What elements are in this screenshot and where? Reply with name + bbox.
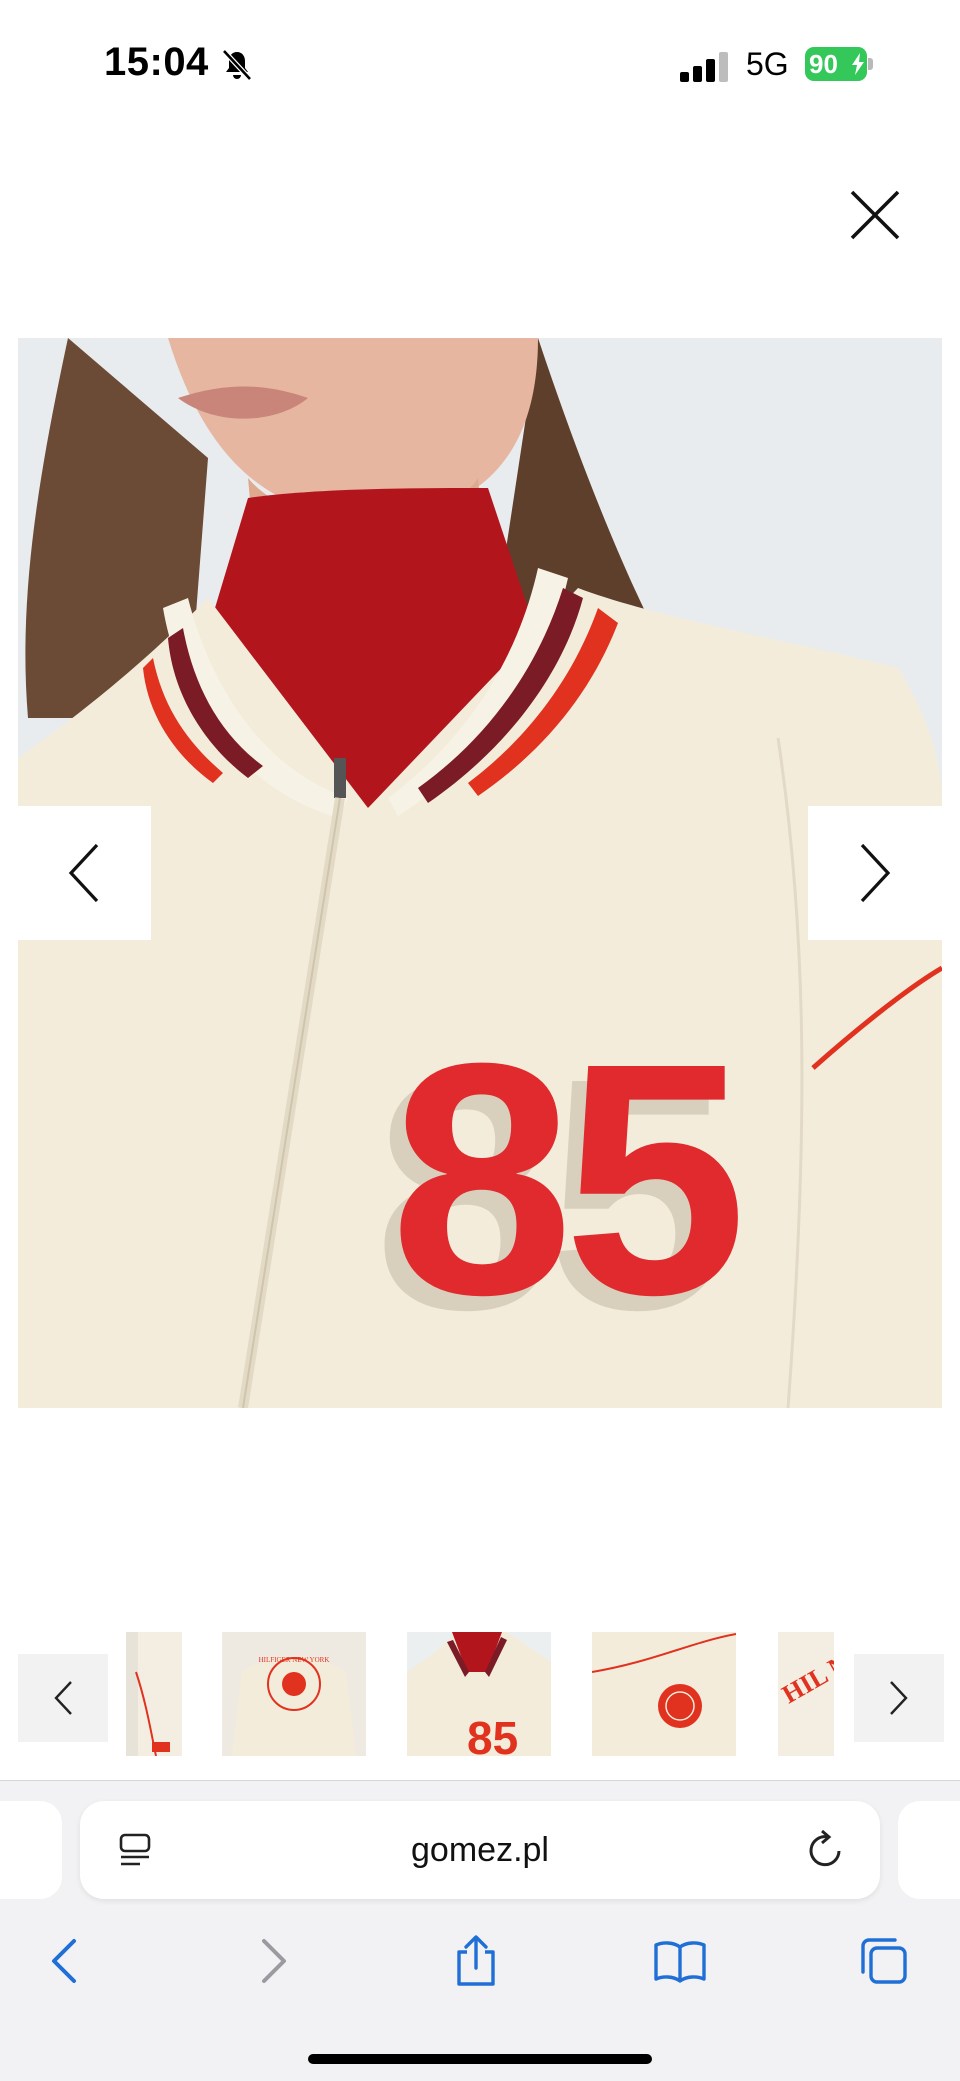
thumbnail-5-image: HIL NEW bbox=[778, 1632, 834, 1756]
thumbnail-1[interactable] bbox=[126, 1632, 182, 1756]
close-icon bbox=[850, 190, 900, 240]
bolt-icon bbox=[852, 53, 864, 75]
bell-slash-icon bbox=[222, 49, 252, 81]
thumbnail-3[interactable]: 85 bbox=[407, 1632, 551, 1756]
chevron-right-icon bbox=[860, 843, 891, 903]
reload-icon[interactable] bbox=[806, 1829, 846, 1871]
product-photo: 85 85 bbox=[18, 338, 942, 1408]
signal-bars-icon bbox=[680, 52, 728, 82]
tabs-button[interactable] bbox=[854, 1931, 914, 1991]
url-text[interactable]: gomez.pl bbox=[80, 1831, 880, 1870]
bookmarks-button[interactable] bbox=[650, 1931, 710, 1991]
next-image-button[interactable] bbox=[808, 806, 942, 940]
forward-button[interactable] bbox=[244, 1931, 304, 1991]
back-button[interactable] bbox=[34, 1931, 94, 1991]
status-bar: 15:04 5G 90 bbox=[0, 0, 960, 130]
chevron-left-icon bbox=[54, 1681, 72, 1715]
thumbnail-4[interactable] bbox=[592, 1632, 736, 1756]
network-type: 5G bbox=[746, 46, 789, 82]
chevron-right-icon bbox=[890, 1681, 908, 1715]
thumbnail-4-image bbox=[592, 1632, 736, 1756]
thumbnail-3-image: 85 bbox=[407, 1632, 551, 1756]
next-tab-preview[interactable] bbox=[898, 1801, 960, 1899]
battery-charging-icon: 90 bbox=[805, 47, 873, 81]
thumbnail-1-image bbox=[126, 1632, 182, 1756]
browser-toolbar: gomez.pl bbox=[0, 1780, 960, 2081]
tabs-icon bbox=[861, 1938, 907, 1984]
thumbnail-2[interactable]: HILFIGER NEW YORK bbox=[222, 1632, 366, 1756]
thumbnail-2-badge: HILFIGER NEW YORK bbox=[259, 1656, 330, 1664]
previous-tab-preview[interactable] bbox=[0, 1801, 62, 1899]
main-product-image: 85 85 bbox=[18, 338, 942, 1408]
forward-arrow-icon bbox=[262, 1939, 286, 1983]
thumbnail-strip: HILFIGER NEW YORK 85 HIL NEW bbox=[0, 1622, 960, 1762]
thumbnail-2-image: HILFIGER NEW YORK bbox=[222, 1632, 366, 1756]
battery-cap bbox=[868, 58, 873, 70]
chevron-left-icon bbox=[68, 843, 99, 903]
previous-image-button[interactable] bbox=[17, 806, 151, 940]
share-icon bbox=[457, 1935, 495, 1986]
battery-percent: 90 bbox=[809, 49, 838, 79]
address-bar[interactable]: gomez.pl bbox=[80, 1801, 880, 1899]
back-arrow-icon bbox=[52, 1939, 76, 1983]
share-button[interactable] bbox=[446, 1931, 506, 1991]
book-icon bbox=[654, 1941, 706, 1983]
close-button[interactable] bbox=[848, 188, 902, 242]
thumbnail-5[interactable]: HIL NEW bbox=[778, 1632, 834, 1756]
thumbnail-3-badge: 85 bbox=[467, 1712, 518, 1756]
status-time: 15:04 bbox=[104, 40, 209, 84]
thumbnail-prev-button[interactable] bbox=[18, 1654, 108, 1742]
thumbnail-next-button[interactable] bbox=[854, 1654, 944, 1742]
home-indicator[interactable] bbox=[308, 2054, 652, 2064]
jersey-number: 85 bbox=[390, 994, 739, 1363]
